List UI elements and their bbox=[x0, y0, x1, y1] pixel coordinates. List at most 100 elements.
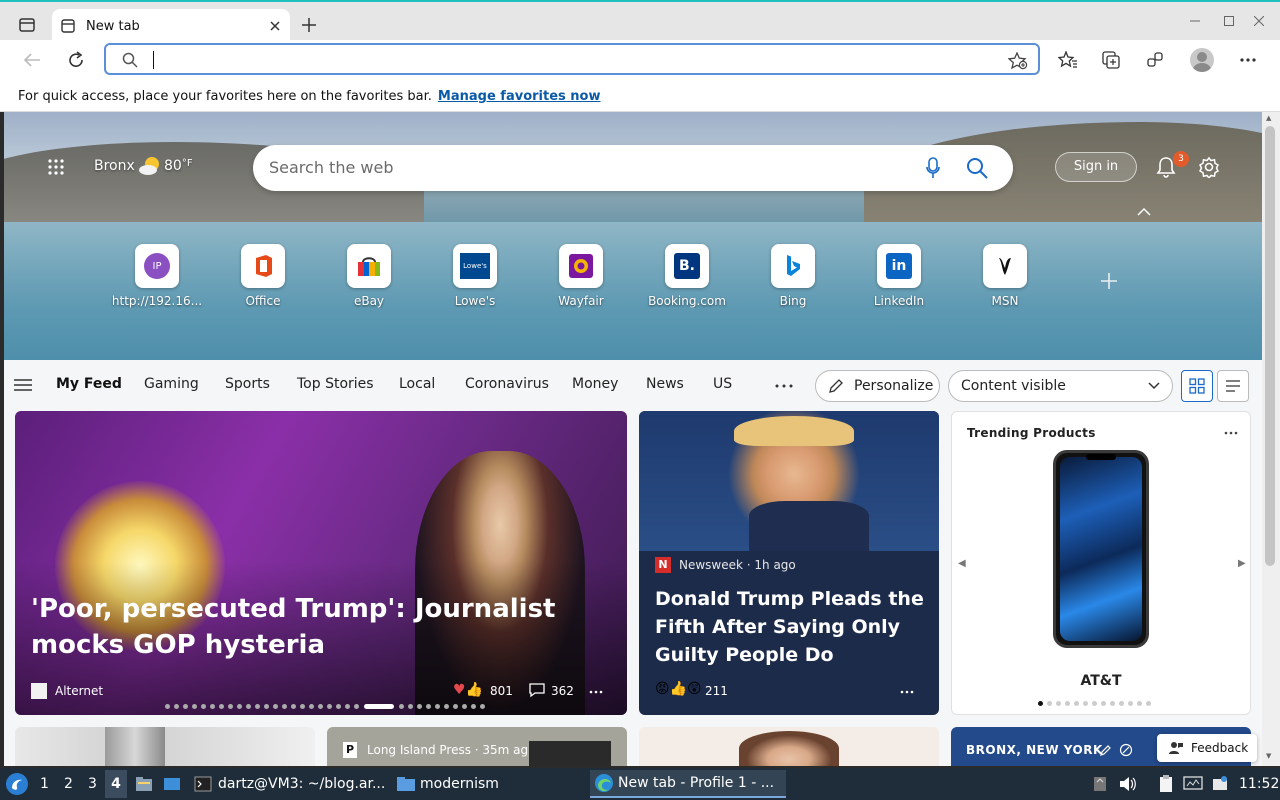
personalize-label: Personalize bbox=[854, 378, 934, 394]
weather-location[interactable]: Bronx bbox=[94, 158, 135, 174]
workspace-1[interactable]: 1 bbox=[40, 776, 49, 792]
extensions-icon[interactable] bbox=[1146, 50, 1166, 70]
weather-temperature[interactable]: 80°F bbox=[164, 158, 193, 174]
quicklink-ip[interactable]: IP http://192.16... bbox=[112, 244, 207, 308]
quicklink-lowes[interactable]: Lowe's Lowe's bbox=[453, 244, 525, 308]
tab-news[interactable]: News bbox=[646, 376, 684, 392]
comment-icon[interactable] bbox=[528, 682, 546, 698]
carousel-next-icon[interactable]: ▶ bbox=[1238, 558, 1246, 569]
feedback-person-icon bbox=[1169, 742, 1183, 754]
taskbar-browser-label: New tab - Profile 1 - ... bbox=[618, 775, 775, 791]
row2-card-1[interactable] bbox=[15, 727, 315, 766]
quicklink-linkedin[interactable]: in LinkedIn bbox=[874, 244, 949, 308]
hamburger-menu-icon[interactable] bbox=[14, 378, 32, 392]
list-view-icon[interactable] bbox=[1217, 370, 1249, 402]
row2-card-3[interactable] bbox=[639, 727, 939, 766]
volume-icon[interactable] bbox=[1118, 775, 1138, 793]
newsweek-logo: N bbox=[655, 557, 671, 573]
row2-card-2-source: Long Island Press · 35m ag bbox=[367, 743, 529, 757]
card-more-icon-2[interactable] bbox=[900, 689, 914, 695]
new-tab-plus-icon[interactable] bbox=[300, 16, 318, 34]
workspace-2[interactable]: 2 bbox=[64, 776, 73, 792]
tab-actions-icon[interactable] bbox=[18, 16, 36, 34]
personalize-button[interactable]: Personalize bbox=[815, 370, 940, 402]
web-search-box[interactable]: Search the web bbox=[253, 145, 1013, 191]
collapse-chevron-up-icon[interactable] bbox=[1136, 206, 1152, 218]
tab-local[interactable]: Local bbox=[399, 376, 435, 392]
add-favorite-icon[interactable] bbox=[1008, 51, 1028, 71]
main-card-headline[interactable]: 'Poor, persecuted Trump': Journalist moc… bbox=[31, 591, 571, 663]
feedback-button[interactable]: Feedback bbox=[1157, 734, 1257, 762]
trending-products-card[interactable]: Trending Products ◀ ▶ AT&T bbox=[951, 411, 1251, 715]
chat-notification-icon[interactable] bbox=[1212, 775, 1228, 793]
second-news-card[interactable]: N Newsweek · 1h ago Donald Trump Pleads … bbox=[639, 411, 939, 715]
page-scrollbar[interactable]: ▲ ▼ bbox=[1262, 112, 1280, 766]
feedback-label: Feedback bbox=[1191, 741, 1249, 755]
maximize-icon[interactable] bbox=[1222, 14, 1236, 28]
main-news-card[interactable]: 'Poor, persecuted Trump': Journalist moc… bbox=[15, 411, 627, 715]
close-window-icon[interactable] bbox=[1252, 14, 1266, 28]
microphone-icon[interactable] bbox=[923, 157, 943, 179]
refresh-icon[interactable] bbox=[66, 50, 86, 70]
web-search-icon[interactable] bbox=[965, 156, 989, 180]
taskbar-browser[interactable]: New tab - Profile 1 - ... bbox=[590, 770, 786, 798]
network-icon[interactable] bbox=[1183, 775, 1203, 793]
more-categories-icon[interactable] bbox=[774, 382, 794, 390]
taskbar-folder[interactable]: modernism bbox=[394, 770, 574, 798]
second-card-headline[interactable]: Donald Trump Pleads the Fifth After Sayi… bbox=[655, 585, 925, 669]
clipboard-icon[interactable] bbox=[1157, 775, 1175, 793]
start-menu-icon[interactable] bbox=[6, 773, 28, 795]
tab-money[interactable]: Money bbox=[572, 376, 618, 392]
quicklink-bing[interactable]: Bing bbox=[771, 244, 843, 308]
minimize-icon[interactable] bbox=[1188, 14, 1202, 28]
tray-package-icon[interactable] bbox=[1092, 775, 1108, 793]
back-icon[interactable] bbox=[22, 50, 42, 70]
tab-coronavirus[interactable]: Coronavirus bbox=[465, 376, 549, 392]
profile-avatar[interactable] bbox=[1190, 48, 1214, 72]
more-menu-icon[interactable] bbox=[1238, 50, 1258, 70]
booking-icon: B. bbox=[674, 253, 700, 279]
quicklink-msn[interactable]: MSN bbox=[983, 244, 1055, 308]
location-target-icon[interactable] bbox=[1119, 743, 1133, 757]
add-quicklink-plus-icon[interactable] bbox=[1099, 271, 1119, 291]
quicklink-wayfair[interactable]: Wayfair bbox=[558, 244, 631, 308]
row2-card-2[interactable]: P Long Island Press · 35m ag bbox=[327, 727, 627, 766]
workspace-3[interactable]: 3 bbox=[88, 776, 97, 792]
tab-us[interactable]: US bbox=[713, 376, 732, 392]
tab-top-stories[interactable]: Top Stories bbox=[297, 376, 374, 392]
tab-gaming[interactable]: Gaming bbox=[144, 376, 199, 392]
quicklink-ebay[interactable]: eBay bbox=[347, 244, 419, 308]
grid-view-icon[interactable] bbox=[1181, 370, 1213, 402]
favorites-icon[interactable] bbox=[1058, 50, 1078, 70]
carousel-prev-icon[interactable]: ◀ bbox=[958, 558, 966, 569]
favorites-bar: For quick access, place your favorites h… bbox=[0, 82, 1280, 112]
file-manager-icon[interactable] bbox=[134, 775, 154, 793]
apps-launcher-icon[interactable] bbox=[46, 157, 66, 177]
trending-title: Trending Products bbox=[967, 426, 1096, 440]
quicklink-booking[interactable]: B. Booking.com bbox=[648, 244, 737, 308]
settings-gear-icon[interactable] bbox=[1198, 156, 1220, 178]
carousel-dots[interactable] bbox=[145, 703, 505, 709]
tab-my-feed[interactable]: My Feed bbox=[56, 376, 122, 392]
workspace-4[interactable]: 4 bbox=[105, 770, 127, 798]
tab-sports[interactable]: Sports bbox=[225, 376, 270, 392]
reaction-emojis-icon[interactable]: ♥👍 bbox=[453, 682, 483, 698]
trending-more-icon[interactable] bbox=[1224, 430, 1238, 436]
tab-new-tab[interactable]: New tab bbox=[52, 9, 290, 43]
quicklink-label: eBay bbox=[353, 294, 385, 308]
scrollbar-thumb[interactable] bbox=[1265, 126, 1275, 566]
close-tab-icon[interactable] bbox=[268, 19, 282, 33]
desktop-icon[interactable] bbox=[162, 775, 182, 793]
sign-in-button[interactable]: Sign in bbox=[1055, 152, 1137, 182]
edit-pencil-icon[interactable] bbox=[1099, 743, 1113, 757]
address-bar[interactable] bbox=[104, 43, 1040, 75]
card-more-icon[interactable] bbox=[589, 689, 603, 695]
manage-favorites-link[interactable]: Manage favorites now bbox=[438, 89, 601, 104]
quicklink-office[interactable]: Office bbox=[241, 244, 313, 308]
collections-icon[interactable] bbox=[1102, 50, 1122, 70]
content-visibility-dropdown[interactable]: Content visible bbox=[948, 370, 1173, 402]
trending-carousel-dots[interactable] bbox=[1036, 700, 1166, 706]
reaction-emojis-icon-2[interactable]: 😡👍😲 bbox=[655, 681, 702, 697]
taskbar-terminal[interactable]: dartz@VM3: ~/blog.ar... bbox=[190, 770, 386, 798]
phone-product-image[interactable] bbox=[1053, 450, 1149, 648]
